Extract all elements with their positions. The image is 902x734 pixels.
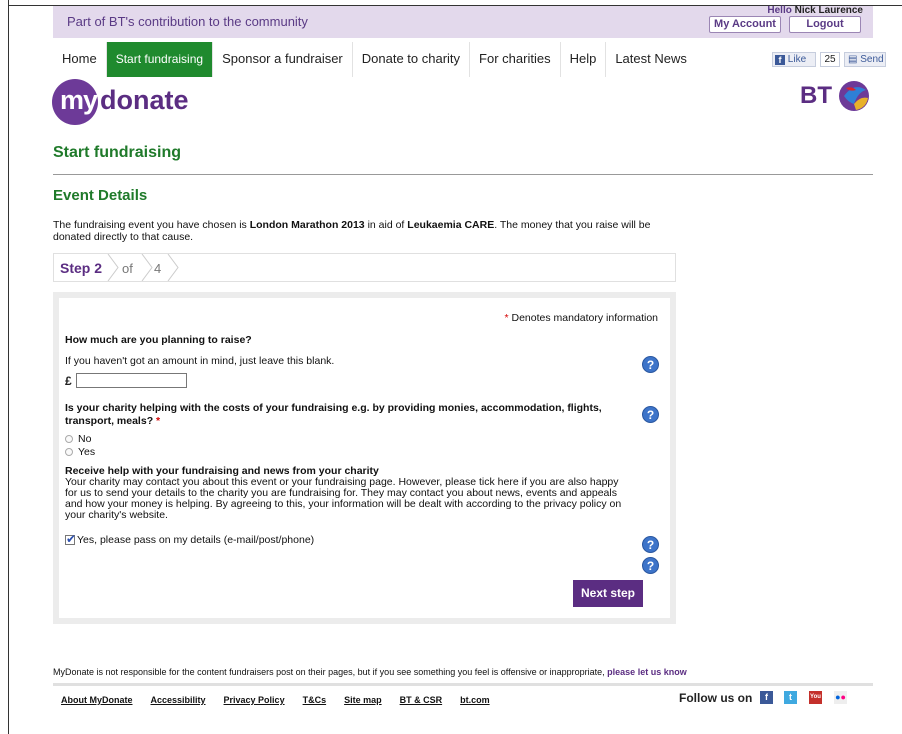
facebook-icon: f xyxy=(775,55,785,65)
required-star: * xyxy=(156,415,161,427)
like-count: 25 xyxy=(820,52,840,67)
community-text: Part of BT's contribution to the communi… xyxy=(67,14,308,29)
footer-link-terms[interactable]: T&Cs xyxy=(303,695,327,705)
radio-no[interactable] xyxy=(65,435,73,443)
report-content-link[interactable]: please let us know xyxy=(607,667,687,677)
flickr-icon[interactable]: ●● xyxy=(834,691,847,704)
page-title: Start fundraising xyxy=(53,144,182,161)
my-account-button[interactable]: My Account xyxy=(709,16,781,33)
chevron-right-icon xyxy=(141,254,153,281)
consent-label: Yes, please pass on my details (e-mail/p… xyxy=(77,534,315,546)
section-title: Event Details xyxy=(53,187,148,204)
send-label: Send xyxy=(860,54,884,65)
chevron-right-icon xyxy=(107,254,119,281)
charity-contact-text: Your charity may contact you about this … xyxy=(65,476,622,521)
charity-name: Leukaemia CARE xyxy=(407,219,495,231)
help-icon[interactable]: ? xyxy=(642,536,659,553)
footer-link-accessibility[interactable]: Accessibility xyxy=(151,695,206,705)
mandatory-note: * Denotes mandatory information xyxy=(504,312,658,324)
intro-prefix: The fundraising event you have chosen is xyxy=(53,219,247,231)
step-indicator: Step 2 of 4 xyxy=(53,253,676,282)
facebook-icon[interactable]: f xyxy=(760,691,773,704)
bt-logo-text: BT xyxy=(800,82,832,109)
logo-my-text: my xyxy=(60,85,98,115)
amount-hint: If you haven't got an amount in mind, ju… xyxy=(65,355,335,367)
footer-link-sitemap[interactable]: Site map xyxy=(344,695,382,705)
title-divider xyxy=(53,174,873,175)
amount-question: How much are you planning to raise? xyxy=(65,334,252,346)
user-name: Nick Laurence xyxy=(794,5,863,16)
facebook-send-button[interactable]: ▤ Send xyxy=(844,52,886,67)
amount-input[interactable] xyxy=(76,373,187,388)
like-label: Like xyxy=(787,54,807,65)
event-name: London Marathon 2013 xyxy=(249,219,365,231)
nav-help[interactable]: Help xyxy=(561,42,607,77)
community-bar: Part of BT's contribution to the communi… xyxy=(53,5,873,38)
intro-middle: in aid of xyxy=(367,219,405,231)
nav-home[interactable]: Home xyxy=(53,42,107,77)
option-no[interactable]: No xyxy=(65,433,91,445)
step-of: of xyxy=(122,261,133,276)
facebook-like-button[interactable]: f Like xyxy=(772,52,816,67)
youtube-icon[interactable]: You xyxy=(809,691,822,704)
currency-symbol: £ xyxy=(65,374,72,388)
window-frame-left xyxy=(8,0,9,734)
help-icon[interactable]: ? xyxy=(642,406,659,423)
current-step: Step 2 xyxy=(60,260,103,276)
main-nav: Home Start fundraising Sponsor a fundrai… xyxy=(53,42,696,77)
option-no-label: No xyxy=(78,433,92,445)
event-details-form: * Denotes mandatory information How much… xyxy=(53,292,676,624)
bt-globe-icon xyxy=(839,81,869,111)
logout-button[interactable]: Logout xyxy=(789,16,861,33)
event-intro: The fundraising event you have chosen is… xyxy=(53,219,683,243)
help-icon[interactable]: ? xyxy=(642,557,659,574)
help-icon[interactable]: ? xyxy=(642,356,659,373)
logo-donate-text: donate xyxy=(100,85,189,115)
costs-question: Is your charity helping with the costs o… xyxy=(65,402,625,428)
footer-link-about[interactable]: About MyDonate xyxy=(61,695,133,705)
form-panel: * Denotes mandatory information How much… xyxy=(59,298,670,618)
greeting-prefix: Hello xyxy=(767,5,792,16)
disclaimer-text: MyDonate is not responsible for the cont… xyxy=(53,667,605,677)
footer-link-bt-csr[interactable]: BT & CSR xyxy=(400,695,443,705)
mandatory-note-text: Denotes mandatory information xyxy=(511,312,659,324)
required-star: * xyxy=(504,312,509,324)
nav-latest-news[interactable]: Latest News xyxy=(606,42,696,77)
twitter-icon[interactable]: t xyxy=(784,691,797,704)
footer-links: About MyDonate Accessibility Privacy Pol… xyxy=(61,695,490,705)
footer-link-bt-com[interactable]: bt.com xyxy=(460,695,490,705)
next-step-button[interactable]: Next step xyxy=(573,580,643,607)
content-disclaimer: MyDonate is not responsible for the cont… xyxy=(53,667,687,677)
send-icon: ▤ xyxy=(848,54,858,65)
nav-for-charities[interactable]: For charities xyxy=(470,42,561,77)
option-yes[interactable]: Yes xyxy=(65,446,95,458)
step-total: 4 xyxy=(154,261,162,276)
consent-checkbox[interactable] xyxy=(65,532,76,546)
radio-yes[interactable] xyxy=(65,448,73,456)
option-yes-label: Yes xyxy=(78,446,96,458)
nav-sponsor-fundraiser[interactable]: Sponsor a fundraiser xyxy=(213,42,353,77)
nav-start-fundraising[interactable]: Start fundraising xyxy=(106,42,214,77)
footer-divider xyxy=(53,683,873,686)
follow-us-label: Follow us on xyxy=(679,691,753,705)
chevron-right-icon xyxy=(167,254,179,281)
footer-link-privacy[interactable]: Privacy Policy xyxy=(224,695,285,705)
costs-question-text: Is your charity helping with the costs o… xyxy=(65,402,602,427)
user-greeting: Hello Nick Laurence xyxy=(767,5,863,16)
nav-donate-to-charity[interactable]: Donate to charity xyxy=(353,42,471,77)
consent-row[interactable]: Yes, please pass on my details (e-mail/p… xyxy=(65,532,315,546)
